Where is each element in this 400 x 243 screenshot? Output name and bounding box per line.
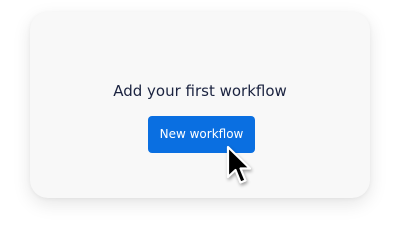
arrow-cursor-icon (226, 145, 252, 184)
empty-state-title: Add your first workflow (113, 82, 287, 100)
empty-state-card: Add your first workflow New workflow (30, 12, 370, 198)
